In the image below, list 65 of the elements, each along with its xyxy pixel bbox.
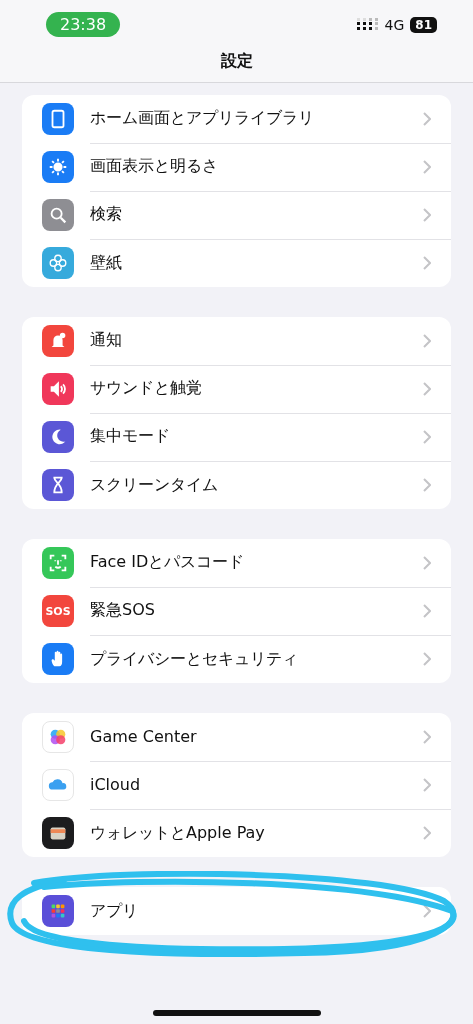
row-label: iCloud bbox=[90, 775, 141, 794]
chevron-icon bbox=[423, 429, 431, 444]
chevron-icon bbox=[423, 826, 431, 840]
row-label: 検索 bbox=[90, 204, 122, 225]
row-label: Face IDとパスコード bbox=[90, 552, 245, 573]
settings-row[interactable]: 壁紙 bbox=[22, 239, 451, 287]
chevron-icon bbox=[423, 256, 431, 270]
settings-row[interactable]: 検索 bbox=[22, 191, 451, 239]
settings-row[interactable]: スクリーンタイム bbox=[22, 461, 451, 509]
battery-level: 81 bbox=[410, 16, 437, 33]
chevron-icon bbox=[423, 603, 431, 618]
row-label: 集中モード bbox=[90, 426, 170, 447]
chevron-icon bbox=[423, 111, 431, 126]
row-label: Game Center bbox=[90, 727, 197, 746]
app-icon bbox=[42, 151, 74, 183]
app-icon bbox=[42, 547, 74, 579]
network-type: 4G bbox=[384, 16, 405, 33]
app-icon bbox=[42, 199, 74, 231]
app-icon bbox=[42, 373, 74, 405]
row-label: プライバシーとセキュリティ bbox=[90, 648, 298, 670]
app-icon bbox=[42, 103, 74, 135]
settings-row[interactable]: サウンドと触覚 bbox=[22, 365, 451, 413]
app-icon bbox=[42, 721, 74, 753]
settings-row[interactable]: ホーム画面とアプリライブラリ bbox=[22, 95, 451, 143]
row-label: サウンドと触覚 bbox=[90, 378, 202, 399]
row-label: アプリ bbox=[90, 900, 138, 922]
app-icon bbox=[42, 325, 74, 357]
row-label: 画面表示と明るさ bbox=[90, 156, 218, 177]
settings-row[interactable]: ウォレットとApple Pay bbox=[22, 809, 451, 857]
settings-row[interactable]: 通知 bbox=[22, 317, 451, 365]
app-icon bbox=[42, 469, 74, 501]
settings-row[interactable]: Game Center bbox=[22, 713, 451, 761]
app-icon bbox=[42, 817, 74, 849]
row-label: 壁紙 bbox=[90, 252, 122, 274]
row-label: 緊急SOS bbox=[90, 600, 155, 621]
app-icon bbox=[42, 247, 74, 279]
app-icon bbox=[42, 421, 74, 453]
chevron-icon bbox=[423, 555, 431, 570]
row-label: スクリーンタイム bbox=[90, 474, 218, 496]
settings-row[interactable]: SOS 緊急SOS bbox=[22, 587, 451, 635]
chevron-icon bbox=[423, 381, 431, 396]
settings-row[interactable]: アプリ bbox=[22, 887, 451, 935]
chevron-icon bbox=[423, 904, 431, 918]
settings-row[interactable]: プライバシーとセキュリティ bbox=[22, 635, 451, 683]
chevron-icon bbox=[423, 207, 431, 222]
app-icon bbox=[42, 643, 74, 675]
settings-row[interactable]: 集中モード bbox=[22, 413, 451, 461]
signal-icon bbox=[356, 17, 379, 32]
settings-row[interactable]: Face IDとパスコード bbox=[22, 539, 451, 587]
chevron-icon bbox=[423, 333, 431, 348]
settings-row[interactable]: 画面表示と明るさ bbox=[22, 143, 451, 191]
row-label: ウォレットとApple Pay bbox=[90, 822, 265, 844]
sos-label: SOS bbox=[45, 604, 71, 618]
chevron-icon bbox=[423, 777, 431, 792]
row-label: 通知 bbox=[90, 330, 122, 351]
app-icon bbox=[42, 895, 74, 927]
chevron-icon bbox=[423, 159, 431, 174]
chevron-icon bbox=[423, 652, 431, 666]
chevron-icon bbox=[423, 729, 431, 744]
nav-title: 設定 bbox=[219, 51, 254, 72]
settings-row[interactable]: iCloud bbox=[22, 761, 451, 809]
chevron-icon bbox=[423, 478, 431, 492]
app-icon bbox=[42, 769, 74, 801]
row-label: ホーム画面とアプリライブラリ bbox=[90, 108, 314, 129]
status-time: 23:38 bbox=[46, 12, 121, 37]
